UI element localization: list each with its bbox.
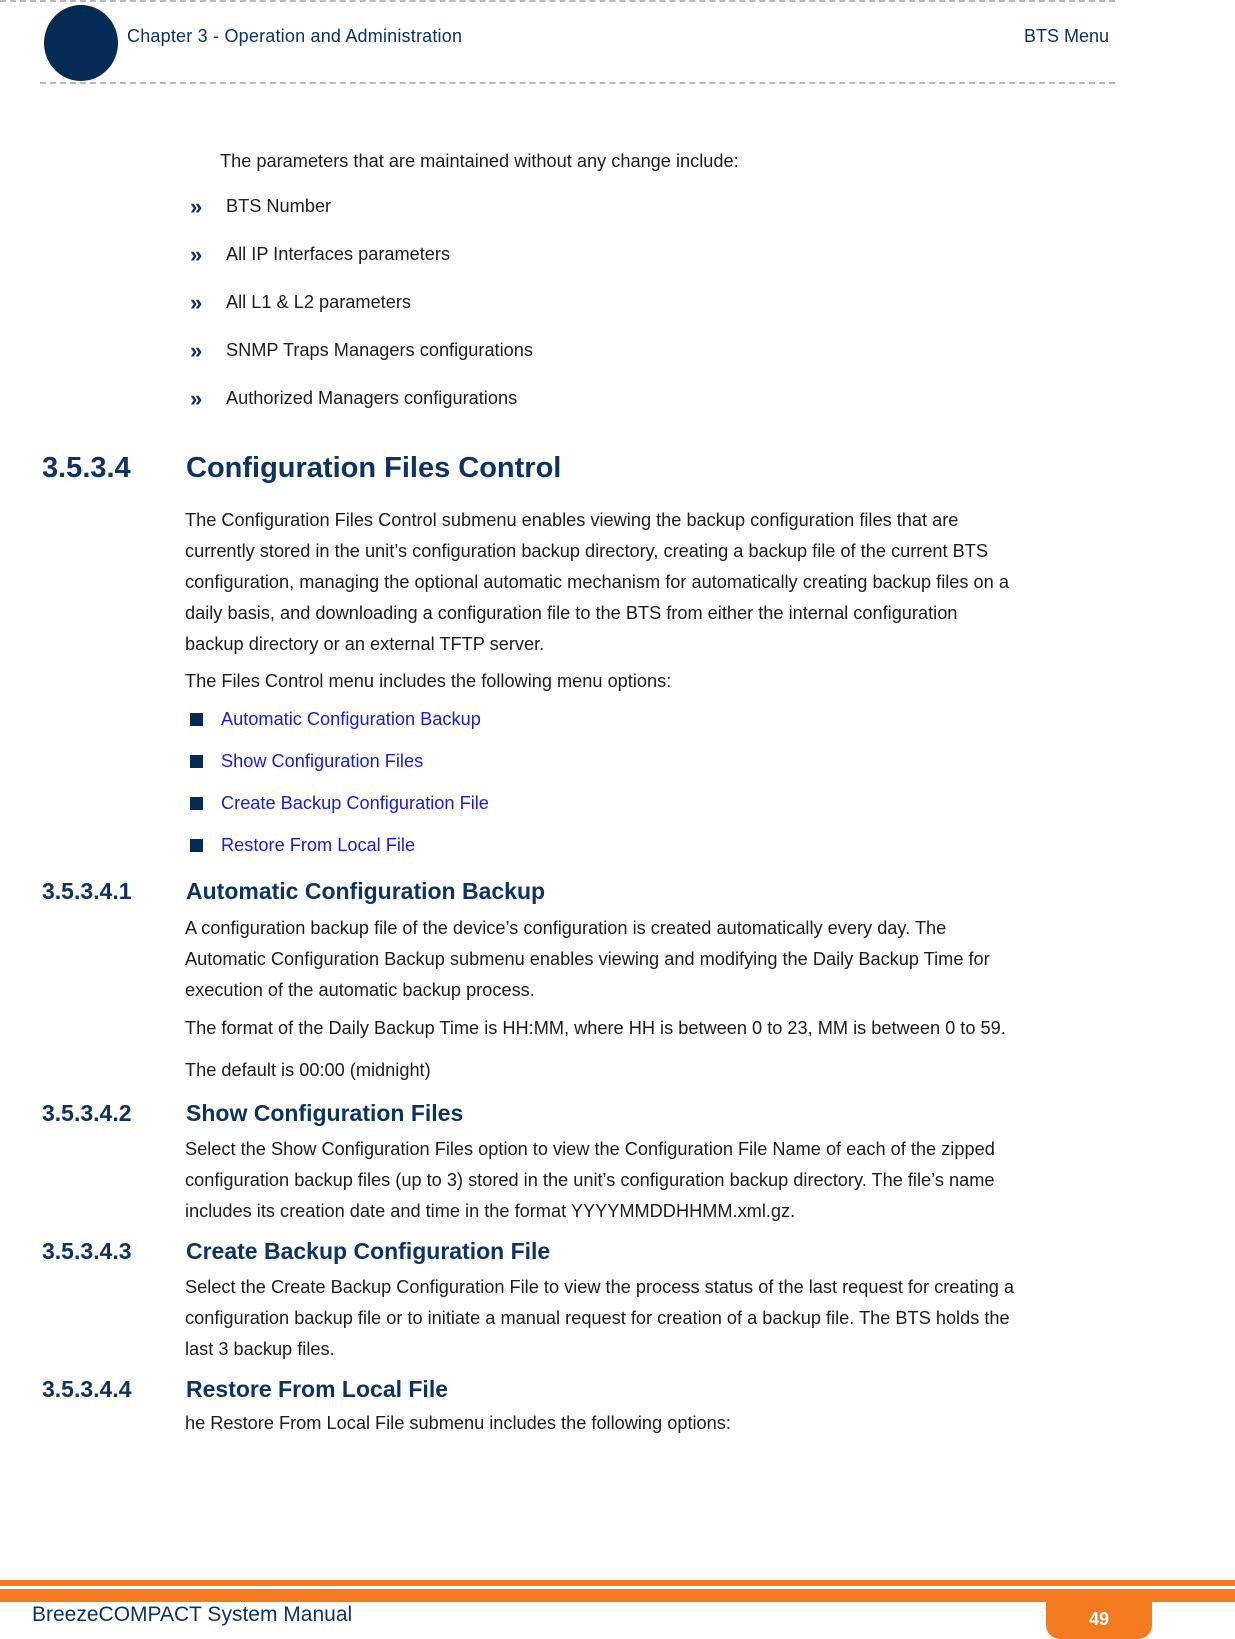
page-number-tab: 49 [1046,1600,1152,1639]
menu-option-create-backup-configuration-file[interactable]: Create Backup Configuration File [190,793,489,814]
list-item-label: Authorized Managers configurations [226,388,518,408]
subsection-paragraph: he Restore From Local File submenu inclu… [185,1413,731,1433]
paragraph-line: Automatic Configuration Backup submenu e… [185,949,990,969]
header-dashed-rule-top [0,0,1115,2]
double-chevron-icon: » [190,241,203,267]
link-create-backup-configuration-file[interactable]: Create Backup Configuration File [221,793,489,814]
list-item: » All L1 & L2 parameters [190,289,412,315]
list-item: » Authorized Managers configurations [190,385,518,411]
paragraph-line: backup directory or an external TFTP ser… [185,634,545,654]
section-heading-title: Configuration Files Control [186,452,562,484]
subsection-heading-title: Show Configuration Files [186,1100,464,1126]
list-item: » BTS Number [190,193,332,219]
menu-option-show-configuration-files[interactable]: Show Configuration Files [190,751,423,772]
list-item-label: SNMP Traps Managers configurations [226,340,533,360]
link-automatic-configuration-backup[interactable]: Automatic Configuration Backup [221,709,481,730]
subsection-number: 3.5.3.4.1 [42,878,132,904]
link-restore-from-local-file[interactable]: Restore From Local File [221,835,415,856]
list-item: » All IP Interfaces parameters [190,241,451,267]
paragraph-line: configuration backup file or to initiate… [185,1308,1010,1328]
subsection-paragraph: Select the Create Backup Configuration F… [185,1272,1110,1365]
paragraph-line: last 3 backup files. [185,1339,335,1359]
paragraph-line: configuration backup files (up to 3) sto… [185,1170,995,1190]
link-show-configuration-files[interactable]: Show Configuration Files [221,751,423,772]
subsection-heading-title: Automatic Configuration Backup [186,878,546,904]
double-chevron-icon: » [190,193,203,219]
square-bullet-icon [190,755,203,768]
subsection-number: 3.5.3.4.2 [42,1100,132,1126]
menu-option-restore-from-local-file[interactable]: Restore From Local File [190,835,415,856]
paragraph-line: Select the Create Backup Configuration F… [185,1277,1014,1297]
subsection-paragraph: A configuration backup file of the devic… [185,913,1110,1006]
square-bullet-icon [190,797,203,810]
paragraph-line: daily basis, and downloading a configura… [185,603,958,623]
square-bullet-icon [190,839,203,852]
footer-manual-title: BreezeCOMPACT System Manual [32,1603,353,1626]
subsection-heading-title: Restore From Local File [186,1376,449,1402]
page-number: 49 [1088,1609,1110,1629]
section-number: 3.5.3.4 [42,452,131,484]
double-chevron-icon: » [190,385,203,411]
section-title: BTS Menu [1023,26,1109,46]
chapter-marker-circle [44,5,118,81]
paragraph-line: The Configuration Files Control submenu … [185,510,959,530]
header-dashed-rule-bottom [40,82,1115,84]
chapter-title: Chapter 3 - Operation and Administration [127,26,463,46]
menu-options-intro: The Files Control menu includes the foll… [185,671,672,691]
paragraph-line: includes its creation date and time in t… [185,1201,796,1221]
paragraph-line: Select the Show Configuration Files opti… [185,1139,995,1159]
section-paragraph: The Configuration Files Control submenu … [185,505,1110,660]
double-chevron-icon: » [190,289,203,315]
backup-time-default: The default is 00:00 (midnight) [185,1060,431,1080]
list-item: » SNMP Traps Managers configurations [190,337,533,363]
backup-time-format: The format of the Daily Backup Time is H… [185,1018,1006,1038]
subsection-number: 3.5.3.4.4 [42,1376,132,1402]
paragraph-line: currently stored in the unit’s configura… [185,541,989,561]
subsection-heading-title: Create Backup Configuration File [186,1238,551,1264]
list-item-label: All IP Interfaces parameters [226,244,451,264]
paragraph-line: configuration, managing the optional aut… [185,572,1009,592]
list-item-label: BTS Number [226,196,332,216]
footer-orange-rule-thin [0,1580,1235,1586]
subsection-number: 3.5.3.4.3 [42,1238,132,1264]
list-item-label: All L1 & L2 parameters [226,292,412,312]
intro-paragraph: The parameters that are maintained witho… [220,151,739,171]
subsection-paragraph: Select the Show Configuration Files opti… [185,1134,1110,1227]
paragraph-line: execution of the automatic backup proces… [185,980,535,1000]
square-bullet-icon [190,713,203,726]
menu-option-automatic-configuration-backup[interactable]: Automatic Configuration Backup [190,709,481,730]
double-chevron-icon: » [190,337,203,363]
paragraph-line: A configuration backup file of the devic… [185,918,947,938]
